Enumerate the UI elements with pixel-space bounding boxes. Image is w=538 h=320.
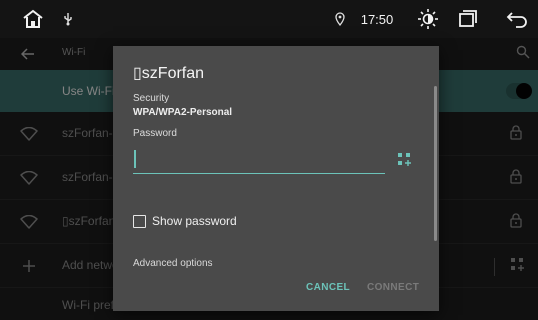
usb-icon: [58, 0, 78, 38]
dialog-actions: CANCEL CONNECT: [113, 268, 439, 311]
show-password-label: Show password: [152, 214, 237, 228]
brightness-icon[interactable]: [414, 0, 442, 38]
password-field[interactable]: [133, 146, 385, 174]
password-label: Password: [133, 128, 177, 139]
dialog-scrollbar[interactable]: [434, 86, 437, 241]
show-password-checkbox[interactable]: [133, 214, 146, 228]
home-icon[interactable]: [18, 0, 48, 38]
clock: 17:50: [360, 11, 394, 27]
back-icon[interactable]: [502, 0, 532, 38]
cancel-button[interactable]: CANCEL: [306, 282, 350, 293]
wifi-connect-dialog: ▯szForfan Security WPA/WPA2-Personal Pas…: [113, 46, 439, 311]
status-bar: 17:50: [0, 0, 538, 38]
show-password-option[interactable]: Show password: [133, 214, 237, 228]
security-value: WPA/WPA2-Personal: [133, 107, 233, 118]
location-icon: [333, 0, 347, 38]
security-label: Security: [133, 93, 170, 104]
qr-scan-icon[interactable]: [397, 152, 411, 166]
connect-button[interactable]: CONNECT: [367, 282, 419, 293]
dialog-title: ▯szForfan: [133, 65, 205, 82]
recent-apps-icon[interactable]: [454, 0, 482, 38]
text-cursor: [134, 150, 136, 168]
